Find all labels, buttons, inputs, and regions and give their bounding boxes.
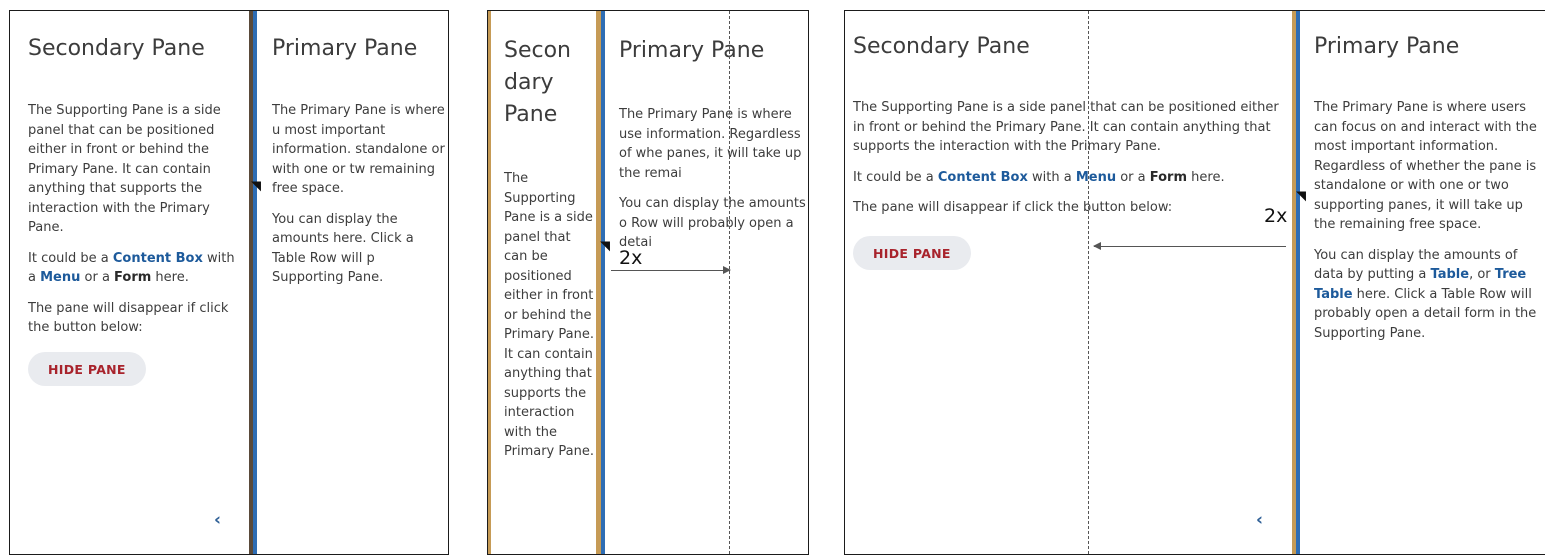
primary-pane-description: The Primary Pane is where u most importa…: [272, 103, 445, 196]
primary-pane-description: The Primary Pane is where use informatio…: [619, 107, 802, 181]
collapse-chevron-icon[interactable]: ‹: [1256, 510, 1263, 530]
secondary-pane-description: The Supporting Pane is a side panel that…: [853, 100, 1279, 154]
disappear-text: The pane will disappear if click the but…: [28, 300, 229, 336]
secondary-pane-title: Secondary Pane: [28, 36, 205, 61]
demo-frame-1: Secondary Pane The Supporting Pane is a …: [9, 10, 449, 555]
secondary-pane-description: The Supporting Pane is a side panel that…: [504, 171, 594, 459]
target-width-guide: [729, 11, 730, 554]
primary-pane-data-text: You can display the amounts here. Click …: [272, 211, 414, 286]
content-box-link[interactable]: Content Box: [113, 251, 203, 266]
hide-pane-button[interactable]: HIDE PANE: [28, 352, 146, 386]
secondary-pane: Secondary Pane The Supporting Pane is a …: [10, 11, 248, 554]
secondary-pane-title: Secon dary Pane: [504, 38, 571, 127]
shrink-arrow-icon: [1093, 242, 1286, 250]
pane-splitter-highlight: [601, 11, 605, 554]
primary-pane: Primary Pane The Primary Pane is where u…: [258, 11, 448, 554]
secondary-pane-title: Secondary Pane: [853, 34, 1030, 59]
primary-pane: Primary Pane The Primary Pane is where u…: [606, 11, 808, 554]
primary-pane-data-text: You can display the amounts o Row will p…: [619, 196, 806, 250]
scale-label: 2x: [1264, 205, 1288, 227]
secondary-pane-description: The Supporting Pane is a side panel that…: [28, 103, 221, 235]
target-width-guide: [1088, 11, 1089, 554]
secondary-pane: Secondary Pane The Supporting Pane is a …: [845, 11, 1290, 554]
form-text: Form: [1149, 169, 1188, 185]
primary-pane-data-text: You can display the amounts of data by p…: [1314, 247, 1537, 341]
demo-frame-2: Secon dary Pane The Supporting Pane is a…: [487, 10, 809, 555]
disappear-text: The pane will disappear if click the but…: [853, 200, 1173, 215]
primary-pane-title: Primary Pane: [272, 36, 418, 61]
pane-splitter-highlight: [253, 11, 257, 554]
collapse-chevron-icon[interactable]: ‹: [214, 510, 221, 530]
menu-link[interactable]: Menu: [40, 270, 80, 285]
pane-splitter-highlight: [1296, 11, 1300, 554]
expand-arrow-icon: [611, 266, 731, 274]
scale-label: 2x: [619, 247, 643, 269]
form-text: Form: [114, 270, 152, 285]
primary-pane: Primary Pane The Primary Pane is where u…: [1301, 11, 1545, 554]
primary-pane-description: The Primary Pane is where users can focu…: [1314, 100, 1537, 232]
table-link[interactable]: Table: [1431, 267, 1470, 282]
content-box-link[interactable]: Content Box: [938, 170, 1028, 185]
secondary-pane-links-text: It could be a Content Box with a Menu or…: [853, 169, 1225, 185]
menu-link[interactable]: Menu: [1076, 170, 1116, 185]
secondary-pane-links-text: It could be a Content Box with a Menu or…: [28, 250, 235, 286]
secondary-pane: Secon dary Pane The Supporting Pane is a…: [491, 11, 597, 554]
primary-pane-title: Primary Pane: [1314, 34, 1460, 59]
primary-pane-title: Primary Pane: [619, 38, 765, 63]
hide-pane-button[interactable]: HIDE PANE: [853, 236, 971, 270]
demo-frame-3: Secondary Pane The Supporting Pane is a …: [844, 10, 1545, 555]
